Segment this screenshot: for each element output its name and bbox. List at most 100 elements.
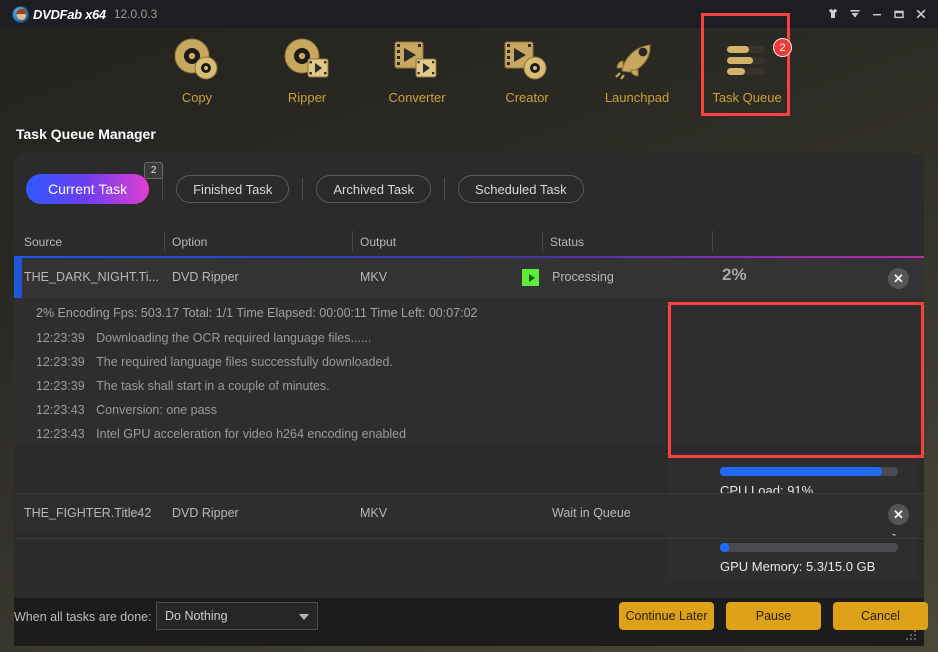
nav-label-task-queue: Task Queue — [712, 90, 782, 105]
skin-icon[interactable] — [822, 0, 844, 28]
menu-down-icon[interactable] — [844, 0, 866, 28]
row-status: Wait in Queue — [552, 506, 631, 520]
pause-button[interactable]: Pause — [726, 602, 821, 630]
nav-label-launchpad: Launchpad — [604, 90, 670, 105]
table-row[interactable]: THE_FIGHTER.Title42 DVD Ripper MKV Wait … — [14, 494, 924, 534]
when-done-select[interactable]: Do Nothing — [156, 602, 318, 630]
task-queue-panel: Current Task 2 Finished Task Archived Ta… — [14, 153, 924, 598]
ripper-disc-icon — [280, 34, 334, 86]
table-row[interactable]: THE_DARK_NIGHT.Ti... DVD Ripper MKV Proc… — [14, 258, 924, 298]
column-header-option[interactable]: Option — [172, 235, 207, 249]
cancel-task-icon[interactable]: ✕ — [888, 268, 909, 289]
resize-grip-icon[interactable] — [906, 630, 918, 642]
tab-current-task-label: Current Task — [48, 181, 128, 197]
tab-archived-task-label: Archived Task — [333, 181, 415, 197]
when-done-label: When all tasks are done: — [14, 610, 152, 624]
row-status: Processing — [552, 270, 614, 284]
log-time: 12:23:39 — [36, 331, 85, 345]
title-bar: DVDFab x64 12.0.0.3 — [0, 0, 938, 28]
tab-archived-task[interactable]: Archived Task — [316, 175, 432, 203]
cpu-load-bar — [720, 467, 898, 476]
app-window: DVDFab x64 12.0.0.3 Copy Ripper Converte… — [0, 0, 938, 652]
nav-item-ripper[interactable]: Ripper — [252, 28, 362, 120]
header-separator-3 — [542, 231, 543, 251]
task-tabs: Current Task 2 Finished Task Archived Ta… — [14, 153, 924, 225]
continue-later-button[interactable]: Continue Later — [619, 602, 714, 630]
nav-label-copy: Copy — [181, 90, 213, 105]
task-queue-icon — [720, 34, 774, 86]
nav-item-converter[interactable]: Converter — [362, 28, 472, 120]
nav-label-converter: Converter — [388, 90, 446, 105]
log-line: 12:23:39 Downloading the OCR required la… — [36, 331, 371, 345]
when-done-value: Do Nothing — [165, 609, 228, 623]
row-source: THE_DARK_NIGHT.Ti... — [24, 270, 159, 284]
tab-separator-3 — [444, 178, 446, 200]
log-time: 12:23:43 — [36, 403, 85, 417]
column-header-source[interactable]: Source — [24, 235, 62, 249]
brand-group: DVDFab x64 12.0.0.3 — [12, 5, 158, 23]
log-text: The task shall start in a couple of minu… — [96, 379, 330, 393]
tab-scheduled-task[interactable]: Scheduled Task — [458, 175, 584, 203]
header-separator-4 — [712, 231, 713, 251]
bottom-action-bar: When all tasks are done: Do Nothing Cont… — [14, 598, 928, 646]
column-header-status[interactable]: Status — [550, 235, 584, 249]
gpu-memory-bar — [720, 543, 898, 552]
nav-label-creator: Creator — [505, 90, 549, 105]
creator-film-disc-icon — [500, 34, 554, 86]
log-line: 12:23:43 Intel GPU acceleration for vide… — [36, 427, 406, 441]
row-percent: 2% — [722, 265, 747, 284]
log-time: 12:23:39 — [36, 355, 85, 369]
nav-item-launchpad[interactable]: Launchpad — [582, 28, 692, 120]
brand-title: DVDFab x64 — [33, 6, 106, 22]
task-log-area: 2% Encoding Fps: 503.17 Total: 1/1 Time … — [14, 298, 924, 580]
minimize-icon[interactable] — [866, 0, 888, 28]
cancel-task-icon[interactable]: ✕ — [888, 504, 909, 525]
log-line: 12:23:39 The task shall start in a coupl… — [36, 379, 330, 393]
cancel-button[interactable]: Cancel — [833, 602, 928, 630]
row-source: THE_FIGHTER.Title42 — [24, 506, 152, 520]
log-text: The required language files successfully… — [96, 355, 393, 369]
log-text: Conversion: one pass — [96, 403, 218, 417]
close-icon[interactable] — [910, 0, 932, 28]
header-separator-1 — [164, 231, 165, 251]
row-output: MKV — [360, 506, 388, 520]
log-text: Downloading the OCR required language fi… — [96, 331, 372, 345]
page-title: Task Queue Manager — [16, 126, 156, 142]
tab-finished-task[interactable]: Finished Task — [176, 175, 290, 203]
main-nav: Copy Ripper Converter Creator Launchpad … — [0, 28, 938, 120]
copy-disc-icon — [170, 34, 224, 86]
log-time: 12:23:43 — [36, 427, 85, 441]
tab-separator-2 — [302, 178, 304, 200]
converter-film-icon — [390, 34, 444, 86]
header-separator-2 — [352, 231, 353, 251]
tab-separator-1 — [162, 178, 164, 200]
task-queue-badge: 2 — [773, 38, 792, 57]
version-label: 12.0.0.3 — [113, 7, 158, 21]
row-option: DVD Ripper — [172, 270, 239, 284]
tab-current-task[interactable]: Current Task 2 — [26, 162, 164, 204]
window-controls — [822, 0, 932, 28]
rocket-icon — [610, 34, 664, 86]
nav-item-task-queue[interactable]: Task Queue 2 — [692, 28, 802, 120]
log-summary: 2% Encoding Fps: 503.17 Total: 1/1 Time … — [36, 306, 478, 320]
nav-label-ripper: Ripper — [287, 90, 327, 105]
column-header-output[interactable]: Output — [360, 235, 396, 249]
row-option: DVD Ripper — [172, 506, 239, 520]
row-output: MKV — [360, 270, 388, 284]
maximize-icon[interactable] — [888, 0, 910, 28]
tab-scheduled-task-label: Scheduled Task — [475, 181, 567, 197]
nav-item-creator[interactable]: Creator — [472, 28, 582, 120]
tab-finished-task-label: Finished Task — [193, 181, 273, 197]
gpu-memory-label: GPU Memory: 5.3/15.0 GB — [720, 559, 876, 574]
log-text: Intel GPU acceleration for video h264 en… — [96, 427, 407, 441]
row-divider-bottom — [14, 538, 924, 539]
tab-current-task-badge: 2 — [144, 162, 164, 179]
log-time: 12:23:39 — [36, 379, 85, 393]
active-row-accent — [14, 258, 22, 298]
log-line: 12:23:43 Conversion: one pass — [36, 403, 217, 417]
play-icon[interactable] — [522, 269, 539, 286]
chevron-down-icon — [299, 614, 309, 620]
dvdfab-logo-icon — [12, 5, 29, 23]
table-header: Source Option Output Status — [14, 227, 924, 257]
nav-item-copy[interactable]: Copy — [142, 28, 252, 120]
